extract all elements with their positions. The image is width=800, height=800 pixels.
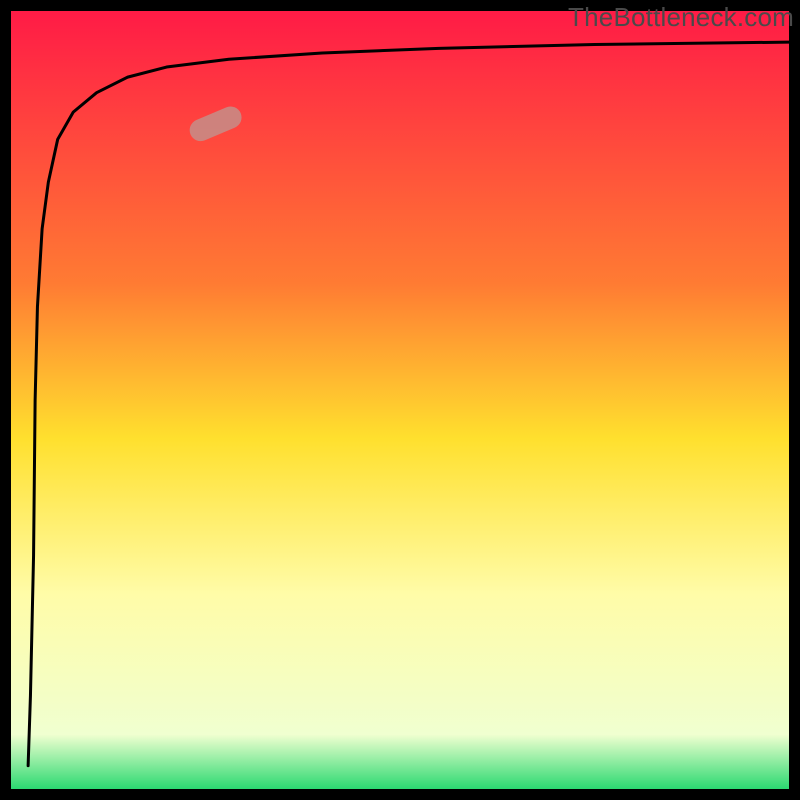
- watermark-text: TheBottleneck.com: [568, 2, 794, 33]
- bottleneck-chart: [0, 0, 800, 800]
- plot-background: [11, 11, 789, 789]
- chart-stage: TheBottleneck.com: [0, 0, 800, 800]
